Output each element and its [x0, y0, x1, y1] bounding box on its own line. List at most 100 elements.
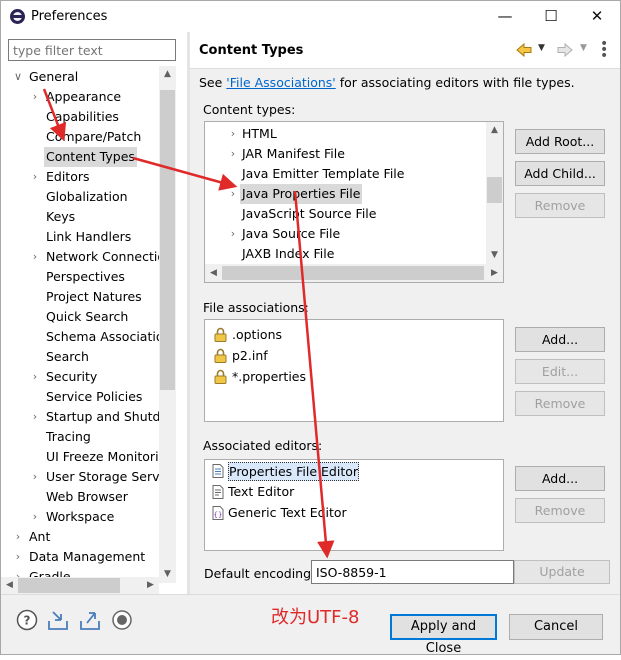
tree-item[interactable]: Globalization: [1, 187, 159, 207]
add-root-button[interactable]: Add Root...: [515, 129, 605, 154]
add-child-button[interactable]: Add Child...: [515, 161, 605, 186]
apply-and-close-button[interactable]: Apply and Close: [390, 614, 497, 656]
minimize-button[interactable]: —: [482, 1, 528, 32]
scroll-up-icon[interactable]: ▲: [159, 66, 176, 83]
content-type-item[interactable]: › Java Source File: [205, 224, 485, 244]
tree-item[interactable]: ∨ General: [1, 67, 159, 87]
forward-arrow-icon[interactable]: [556, 41, 574, 59]
chevron-right-icon[interactable]: ›: [29, 247, 41, 267]
remove-editor-button[interactable]: Remove: [515, 498, 605, 523]
tree-item[interactable]: Quick Search: [1, 307, 159, 327]
tree-item[interactable]: Perspectives: [1, 267, 159, 287]
view-menu-icon[interactable]: • • •: [600, 37, 608, 63]
associated-editor-item[interactable]: Text Editor: [205, 482, 501, 502]
chevron-right-icon[interactable]: ›: [12, 547, 24, 567]
tree-item[interactable]: › Appearance: [1, 87, 159, 107]
content-type-item[interactable]: › Java Properties File: [205, 184, 485, 204]
maximize-button[interactable]: ☐: [528, 1, 574, 32]
update-button[interactable]: Update: [514, 560, 610, 584]
file-association-item[interactable]: *.properties: [205, 367, 501, 387]
chevron-right-icon[interactable]: ›: [12, 527, 24, 547]
scroll-thumb[interactable]: [222, 266, 484, 280]
scroll-up-icon[interactable]: ▲: [486, 122, 503, 139]
tree-item[interactable]: Project Natures: [1, 287, 159, 307]
chevron-right-icon[interactable]: ›: [29, 467, 41, 487]
help-icon[interactable]: ?: [16, 609, 38, 631]
tree-item[interactable]: › Network Connectio: [1, 247, 159, 267]
chevron-right-icon[interactable]: ›: [29, 407, 41, 427]
chevron-right-icon[interactable]: ›: [227, 124, 239, 144]
add-file-association-button[interactable]: Add...: [515, 327, 605, 352]
tree-item[interactable]: Schema Associatio: [1, 327, 159, 347]
file-association-item[interactable]: p2.inf: [205, 346, 501, 366]
associated-editors-list[interactable]: Properties File Editor Text Editor {} Gener…: [204, 459, 504, 551]
tree-item[interactable]: › Data Management: [1, 547, 159, 567]
tree-item-label: General: [29, 69, 79, 84]
chevron-right-icon[interactable]: ›: [29, 507, 41, 527]
back-arrow-icon[interactable]: [515, 41, 533, 59]
scroll-thumb[interactable]: [487, 177, 502, 203]
tree-item[interactable]: Keys: [1, 207, 159, 227]
tree-item[interactable]: › Security: [1, 367, 159, 387]
chevron-down-icon[interactable]: ∨: [12, 67, 24, 87]
tree-item[interactable]: Capabilities: [1, 107, 159, 127]
back-dropdown-icon[interactable]: ▼: [538, 43, 545, 53]
tree-item[interactable]: › Workspace: [1, 507, 159, 527]
content-type-item[interactable]: Java Emitter Template File: [205, 164, 485, 184]
tree-item[interactable]: › Ant: [1, 527, 159, 547]
export-icon[interactable]: [79, 609, 101, 631]
associated-editor-item[interactable]: Properties File Editor: [205, 461, 501, 481]
tree-item[interactable]: UI Freeze Monitorin: [1, 447, 159, 467]
scroll-down-icon[interactable]: ▼: [159, 566, 176, 583]
chevron-right-icon[interactable]: ›: [29, 167, 41, 187]
scroll-right-icon[interactable]: ▶: [486, 264, 503, 282]
content-types-hscroll[interactable]: ◀ ▶: [205, 264, 503, 282]
file-associations-link[interactable]: 'File Associations': [226, 75, 335, 90]
edit-file-association-button[interactable]: Edit...: [515, 359, 605, 384]
tree-item[interactable]: › Startup and Shutdo: [1, 407, 159, 427]
file-associations-list[interactable]: .options p2.inf *.properties: [204, 319, 504, 422]
tree-item[interactable]: Service Policies: [1, 387, 159, 407]
scroll-left-icon[interactable]: ◀: [205, 264, 222, 282]
scroll-left-icon[interactable]: ◀: [1, 577, 18, 594]
remove-content-type-button[interactable]: Remove: [515, 193, 605, 218]
associated-editor-item[interactable]: {} Generic Text Editor: [205, 503, 501, 523]
add-editor-button[interactable]: Add...: [515, 466, 605, 491]
content-type-item[interactable]: › HTML: [205, 124, 485, 144]
oomph-record-icon[interactable]: [111, 609, 133, 631]
tree-item[interactable]: › User Storage Servic: [1, 467, 159, 487]
scroll-thumb[interactable]: [160, 90, 175, 390]
tree-item[interactable]: Tracing: [1, 427, 159, 447]
tree-item[interactable]: › Editors: [1, 167, 159, 187]
chevron-right-icon[interactable]: ›: [227, 224, 239, 244]
import-icon[interactable]: [47, 609, 69, 631]
chevron-right-icon[interactable]: ›: [227, 184, 239, 204]
chevron-right-icon[interactable]: ›: [227, 144, 239, 164]
cancel-button[interactable]: Cancel: [509, 614, 603, 640]
tree-item[interactable]: Compare/Patch: [1, 127, 159, 147]
scroll-down-icon[interactable]: ▼: [486, 247, 503, 264]
chevron-right-icon[interactable]: ›: [29, 87, 41, 107]
content-types-tree[interactable]: › HTML › JAR Manifest File Java Emitter Temp…: [204, 121, 504, 283]
content-type-item[interactable]: JavaScript Source File: [205, 204, 485, 224]
file-association-item[interactable]: .options: [205, 325, 501, 345]
remove-file-association-button[interactable]: Remove: [515, 391, 605, 416]
scroll-thumb[interactable]: [18, 578, 120, 593]
tree-item[interactable]: Search: [1, 347, 159, 367]
content-type-item[interactable]: › JAR Manifest File: [205, 144, 485, 164]
forward-dropdown-icon[interactable]: ▼: [580, 43, 587, 53]
tree-item[interactable]: Content Types: [1, 147, 159, 167]
tree-horizontal-scrollbar[interactable]: ◀ ▶: [1, 577, 159, 594]
content-types-vscroll[interactable]: ▲ ▼: [486, 122, 503, 264]
close-button[interactable]: ✕: [574, 1, 620, 32]
content-type-item[interactable]: JAXB Index File: [205, 244, 485, 264]
content-type-label: Java Properties File: [240, 184, 363, 204]
filter-input[interactable]: [8, 39, 176, 61]
tree-item[interactable]: Link Handlers: [1, 227, 159, 247]
scroll-right-icon[interactable]: ▶: [142, 577, 159, 594]
default-encoding-input[interactable]: [311, 560, 514, 584]
chevron-right-icon[interactable]: ›: [29, 367, 41, 387]
tree-item[interactable]: Web Browser: [1, 487, 159, 507]
tree-vertical-scrollbar[interactable]: ▲ ▼: [159, 66, 176, 583]
tree-item-label: Schema Associatio: [46, 329, 159, 344]
